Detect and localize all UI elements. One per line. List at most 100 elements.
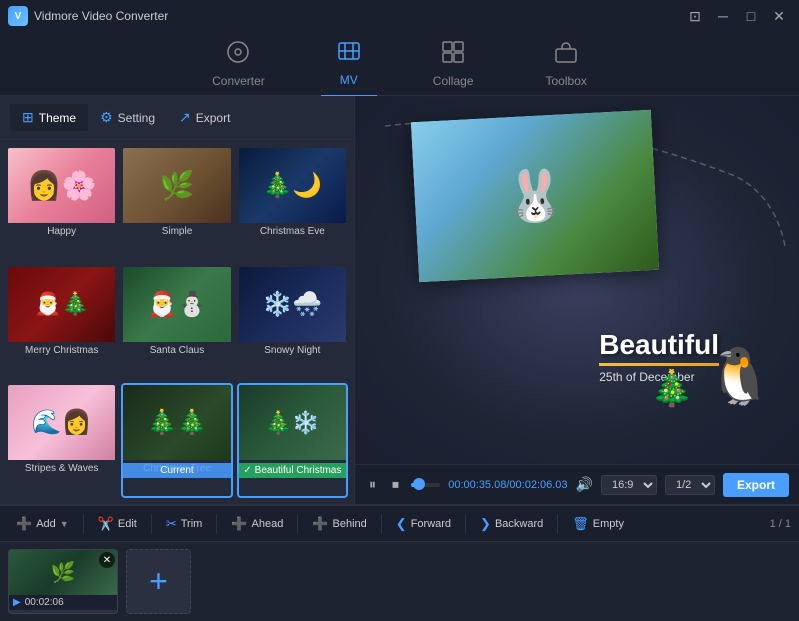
clip-info: ▶ 00:02:06 bbox=[9, 595, 117, 610]
trim-btn[interactable]: ✂ Trim bbox=[158, 512, 211, 536]
tab-converter[interactable]: Converter bbox=[196, 32, 281, 96]
clip-close-btn[interactable]: ✕ bbox=[99, 552, 115, 568]
theme-stripes-waves-img: 🌊👩 bbox=[8, 385, 115, 460]
theme-simple-img: 🌿 bbox=[123, 148, 230, 223]
tab-collage[interactable]: Collage bbox=[417, 32, 490, 96]
page-counter: 1 / 1 bbox=[770, 518, 791, 530]
clip-play-icon[interactable]: ▶ bbox=[13, 612, 21, 614]
empty-btn[interactable]: 🗑 Empty bbox=[564, 512, 632, 536]
tab-converter-label: Converter bbox=[212, 74, 265, 88]
toolbox-icon bbox=[554, 40, 578, 70]
subnav-setting[interactable]: ⚙ Setting bbox=[88, 104, 167, 131]
nav-tabs: Converter MV Collage Toolb bbox=[0, 32, 799, 96]
theme-santa-claus[interactable]: 🎅⛄ Santa Claus bbox=[121, 265, 232, 380]
theme-beautiful-christmas-img: 🎄❄️ bbox=[239, 385, 346, 460]
theme-snowy-night-label: Snowy Night bbox=[239, 342, 346, 359]
page-select[interactable]: 1/2 2/2 bbox=[665, 475, 715, 495]
ratio-select[interactable]: 16:9 4:3 1:1 bbox=[601, 475, 657, 495]
theme-beautiful-christmas[interactable]: 🎄❄️ ✓ Beautiful Christmas x bbox=[237, 383, 348, 498]
theme-christmas-eve-label: Christmas Eve bbox=[239, 223, 346, 240]
theme-merry-christmas-img: 🎅🎄 bbox=[8, 267, 115, 342]
behind-btn[interactable]: ➕ Behind bbox=[304, 512, 374, 536]
bottom-toolbar: ➕ Add ▼ ✂️ Edit ✂ Trim ➕ Ahead ➕ Behind … bbox=[0, 505, 799, 541]
clip-edit-icon[interactable]: ⚙ bbox=[25, 612, 34, 614]
titlebar: V Vidmore Video Converter ⊡ ─ □ ✕ bbox=[0, 0, 799, 32]
theme-christmas-tree-img: 🎄🎄 bbox=[123, 385, 230, 460]
theme-snowy-night-img: ❄️🌨️ bbox=[239, 267, 346, 342]
tab-mv[interactable]: MV bbox=[321, 31, 377, 97]
edit-btn[interactable]: ✂️ Edit bbox=[90, 512, 145, 536]
theme-christmas-tree[interactable]: 🎄🎄 Current Christmas Tree bbox=[121, 383, 232, 498]
bottom-section: ➕ Add ▼ ✂️ Edit ✂ Trim ➕ Ahead ➕ Behind … bbox=[0, 504, 799, 621]
export-icon: ↗ bbox=[179, 109, 191, 126]
clip-controls: ▶ ⚙ ✂ bbox=[9, 610, 117, 614]
sep2 bbox=[151, 514, 152, 534]
minimize-btn[interactable]: ─ bbox=[711, 6, 735, 26]
add-dropdown-icon[interactable]: ▼ bbox=[60, 519, 69, 529]
close-btn[interactable]: ✕ bbox=[767, 6, 791, 26]
theme-merry-christmas[interactable]: 🎅🎄 Merry Christmas bbox=[6, 265, 117, 380]
stop-btn[interactable]: ⏹ bbox=[388, 472, 403, 497]
left-panel: ⊞ Theme ⚙ Setting ↗ Export 👩🌸 Happy bbox=[0, 96, 355, 504]
menu-btn[interactable]: ⊡ bbox=[683, 6, 707, 26]
forward-label: Forward bbox=[411, 518, 451, 530]
setting-icon: ⚙ bbox=[100, 109, 113, 126]
sep5 bbox=[381, 514, 382, 534]
behind-icon: ➕ bbox=[312, 516, 328, 532]
add-icon: ➕ bbox=[16, 516, 32, 532]
photo-frame-inner: 🐰 bbox=[411, 110, 659, 282]
subnav-setting-label: Setting bbox=[118, 111, 155, 125]
theme-simple[interactable]: 🌿 Simple bbox=[121, 146, 232, 261]
sep1 bbox=[83, 514, 84, 534]
maximize-btn[interactable]: □ bbox=[739, 6, 763, 26]
collage-icon bbox=[441, 40, 465, 70]
volume-icon[interactable]: 🔊 bbox=[576, 476, 593, 493]
theme-icon: ⊞ bbox=[22, 109, 34, 126]
theme-happy-img: 👩🌸 bbox=[8, 148, 115, 223]
ahead-label: Ahead bbox=[252, 518, 284, 530]
ahead-btn[interactable]: ➕ Ahead bbox=[223, 512, 291, 536]
pause-btn[interactable]: ⏸ bbox=[365, 472, 380, 497]
time-total: 00:02:06.03 bbox=[509, 479, 567, 491]
progress-bar[interactable] bbox=[411, 483, 440, 487]
add-btn[interactable]: ➕ Add ▼ bbox=[8, 512, 77, 536]
backward-icon: ❯ bbox=[480, 516, 491, 532]
window-controls: ⊡ ─ □ ✕ bbox=[683, 6, 791, 26]
clip-cut-icon[interactable]: ✂ bbox=[38, 612, 46, 614]
subnav-export[interactable]: ↗ Export bbox=[167, 104, 242, 131]
theme-merry-christmas-label: Merry Christmas bbox=[8, 342, 115, 359]
progress-thumb bbox=[413, 478, 425, 490]
behind-label: Behind bbox=[333, 518, 367, 530]
app-title: Vidmore Video Converter bbox=[34, 9, 168, 23]
beautiful-christmas-label: Beautiful Christmas bbox=[255, 465, 342, 476]
sep4 bbox=[297, 514, 298, 534]
tree-decoration: 🎄 bbox=[650, 368, 694, 409]
clip-time: 00:02:06 bbox=[25, 597, 64, 608]
beautiful-title: Beautiful bbox=[599, 329, 719, 361]
timeline-clip[interactable]: ✕ 🌿 ▶ 00:02:06 ▶ ⚙ ✂ bbox=[8, 549, 118, 614]
title-underline bbox=[599, 363, 719, 366]
theme-stripes-waves[interactable]: 🌊👩 Stripes & Waves bbox=[6, 383, 117, 498]
theme-snowy-night[interactable]: ❄️🌨️ Snowy Night bbox=[237, 265, 348, 380]
theme-happy[interactable]: 👩🌸 Happy bbox=[6, 146, 117, 261]
sub-nav: ⊞ Theme ⚙ Setting ↗ Export bbox=[0, 96, 354, 140]
theme-simple-label: Simple bbox=[123, 223, 230, 240]
time-current: 00:00:35.08 bbox=[448, 479, 506, 491]
preview-area: 🐰 Beautiful 25th of December 🐧 🎄 bbox=[355, 96, 799, 464]
theme-santa-claus-img: 🎅⛄ bbox=[123, 267, 230, 342]
add-clip-icon: + bbox=[149, 563, 168, 600]
export-button[interactable]: Export bbox=[723, 473, 789, 497]
app-logo: V bbox=[8, 6, 28, 26]
theme-christmas-eve[interactable]: 🎄🌙 Christmas Eve bbox=[237, 146, 348, 261]
tab-collage-label: Collage bbox=[433, 74, 474, 88]
titlebar-left: V Vidmore Video Converter bbox=[8, 6, 168, 26]
tab-toolbox[interactable]: Toolbox bbox=[530, 32, 603, 96]
theme-grid: 👩🌸 Happy 🌿 Simple 🎄🌙 Christmas Eve bbox=[0, 140, 354, 504]
backward-btn[interactable]: ❯ Backward bbox=[472, 512, 551, 536]
ahead-icon: ➕ bbox=[231, 516, 247, 532]
subnav-theme[interactable]: ⊞ Theme bbox=[10, 104, 88, 131]
forward-btn[interactable]: ❮ Forward bbox=[388, 512, 459, 536]
forward-icon: ❮ bbox=[396, 516, 407, 532]
add-clip-btn[interactable]: + bbox=[126, 549, 191, 614]
penguin-character: 🐧 bbox=[706, 344, 774, 409]
